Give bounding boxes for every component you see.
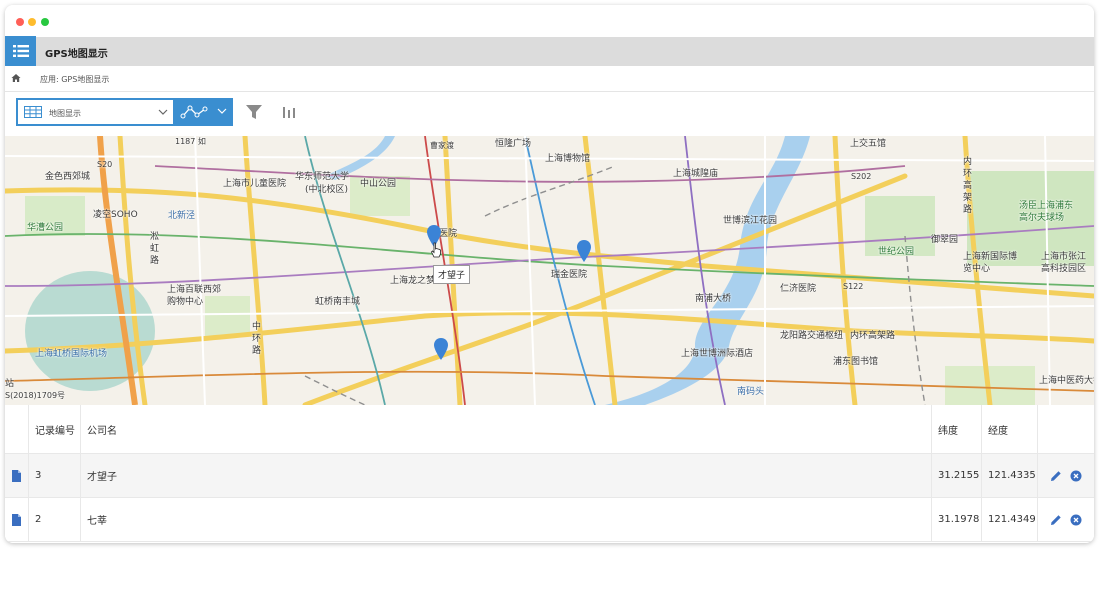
view-toolbar: 地图显示 (5, 92, 1094, 131)
row-icon-cell (5, 454, 29, 497)
map-label: 南码头 (737, 387, 765, 397)
column-header-record-id[interactable]: 记录编号 (29, 405, 81, 453)
company-cell: 七莘 (81, 498, 932, 541)
view-select-label: 地图显示 (49, 109, 81, 118)
route-view-button[interactable] (175, 98, 233, 126)
map-label: S(2018)1709号 (5, 391, 66, 400)
map-label: 瑞金医院 (551, 270, 588, 280)
close-window-icon[interactable] (16, 18, 24, 26)
route-icon (180, 105, 208, 119)
map-label: 上海博物馆 (545, 154, 591, 164)
table-row[interactable]: 2 七莘 31.1978 121.4349 (5, 498, 1094, 542)
table-view-icon (24, 106, 42, 118)
map-label: 内环高架路 (963, 157, 973, 215)
map-label: 内环高架路 (850, 331, 896, 341)
column-header-latitude[interactable]: 纬度 (932, 405, 982, 453)
record-id-cell: 3 (29, 454, 81, 497)
map-label: 上海市儿童医院 (223, 179, 287, 189)
map-label: 凌空SOHO (93, 210, 138, 220)
row-icon-cell (5, 498, 29, 541)
window-titlebar (5, 5, 1094, 37)
map-label: 上海百联西郊购物中心 (167, 285, 222, 307)
row-actions-cell (1038, 454, 1094, 497)
map-label: S20 (97, 160, 113, 169)
column-header-company[interactable]: 公司名 (81, 405, 932, 453)
map-label: 上海世博洲际酒店 (681, 349, 754, 359)
map-label: 虹桥南丰城 (315, 297, 361, 307)
breadcrumb-text[interactable]: 应用: GPS地图显示 (40, 74, 109, 85)
map-marker-icon[interactable] (434, 338, 448, 360)
delete-icon[interactable] (1070, 470, 1082, 482)
home-icon[interactable] (11, 73, 21, 83)
latitude-cell: 31.2155 (932, 454, 982, 497)
company-cell: 才望子 (81, 454, 932, 497)
map-label: S202 (851, 172, 872, 181)
latitude-cell: 31.1978 (932, 498, 982, 541)
longitude-cell: 121.4349 (982, 498, 1038, 541)
longitude-cell: 121.4335 (982, 454, 1038, 497)
app-window: GPS地图显示 应用: GPS地图显示 地图显示 1187 如 曹家渡 恒隆广场… (5, 5, 1094, 543)
map-label: 中山公园 (360, 179, 397, 189)
minimize-window-icon[interactable] (28, 18, 36, 26)
map-label: 上海城隍庙 (673, 169, 719, 179)
chevron-down-icon (158, 109, 168, 115)
app-header: GPS地图显示 (5, 36, 1094, 66)
map-label: 淞虹路 (150, 232, 160, 266)
list-menu-icon (12, 45, 29, 57)
map-label: 上海新国际博览中心 (963, 252, 1018, 274)
map-label: 1187 如 (175, 137, 206, 146)
chevron-down-icon (217, 108, 227, 114)
map-label: 汤臣上海浦东高尔夫球场 (1019, 201, 1074, 223)
hand-cursor-icon (431, 242, 441, 258)
map-label: (中北校区) (305, 185, 349, 195)
map-label: 北新泾 (168, 211, 196, 221)
edit-pencil-icon[interactable] (1050, 514, 1062, 526)
table-header-row: 记录编号 公司名 纬度 经度 (5, 405, 1094, 454)
column-header-longitude[interactable]: 经度 (982, 405, 1038, 453)
map-label: 御翠园 (931, 235, 959, 245)
map-label: 站 (5, 379, 15, 389)
document-icon[interactable] (12, 513, 21, 526)
gps-map[interactable]: 1187 如 曹家渡 恒隆广场 上海博物馆 上交五馆 金色西郊城 S20 上海市… (5, 136, 1094, 405)
header-icon-cell (5, 405, 29, 453)
map-label: 仁济医院 (780, 284, 817, 294)
table-row[interactable]: 3 才望子 31.2155 121.4335 (5, 454, 1094, 498)
map-label: 龙阳路交通枢纽 (780, 331, 844, 341)
app-title: GPS地图显示 (45, 49, 108, 60)
row-actions-cell (1038, 498, 1094, 541)
map-label: 上海中医药大学 (1039, 376, 1094, 386)
delete-icon[interactable] (1070, 514, 1082, 526)
map-label: 上海龙之梦 (390, 276, 436, 286)
breadcrumb: 应用: GPS地图显示 (5, 66, 1094, 92)
chart-button[interactable] (275, 98, 303, 126)
map-marker-icon[interactable] (577, 240, 591, 262)
map-label: 世纪公园 (878, 247, 915, 257)
map-label: 中环路 (252, 322, 262, 356)
marker-tooltip: 才望子 (433, 265, 471, 284)
map-label: 世博滨江花园 (723, 216, 778, 226)
map-label: 金色西郊城 (45, 172, 91, 182)
view-select[interactable]: 地图显示 (16, 98, 175, 126)
map-label: 上交五馆 (850, 139, 887, 149)
map-base-layer (5, 136, 1094, 405)
map-label: S122 (843, 282, 864, 291)
records-table: 记录编号 公司名 纬度 经度 3 才望子 31.2155 121.4335 2 … (5, 405, 1094, 542)
map-label: 上海虹桥国际机场 (35, 349, 108, 359)
header-actions-cell (1038, 405, 1094, 453)
menu-button[interactable] (5, 36, 36, 66)
map-label: 华漕公园 (27, 223, 64, 233)
bar-chart-icon (283, 107, 295, 118)
map-label: 上海市张江高科技园区 (1041, 252, 1087, 274)
filter-icon (246, 105, 262, 119)
maximize-window-icon[interactable] (41, 18, 49, 26)
map-label: 恒隆广场 (495, 139, 532, 149)
record-id-cell: 2 (29, 498, 81, 541)
document-icon[interactable] (12, 469, 21, 482)
map-label: 浦东图书馆 (833, 357, 879, 367)
filter-button[interactable] (240, 98, 268, 126)
edit-pencil-icon[interactable] (1050, 470, 1062, 482)
map-label: 南浦大桥 (695, 294, 732, 304)
map-label: 华东师范大学 (295, 172, 350, 182)
map-label: 曹家渡 (430, 141, 454, 150)
